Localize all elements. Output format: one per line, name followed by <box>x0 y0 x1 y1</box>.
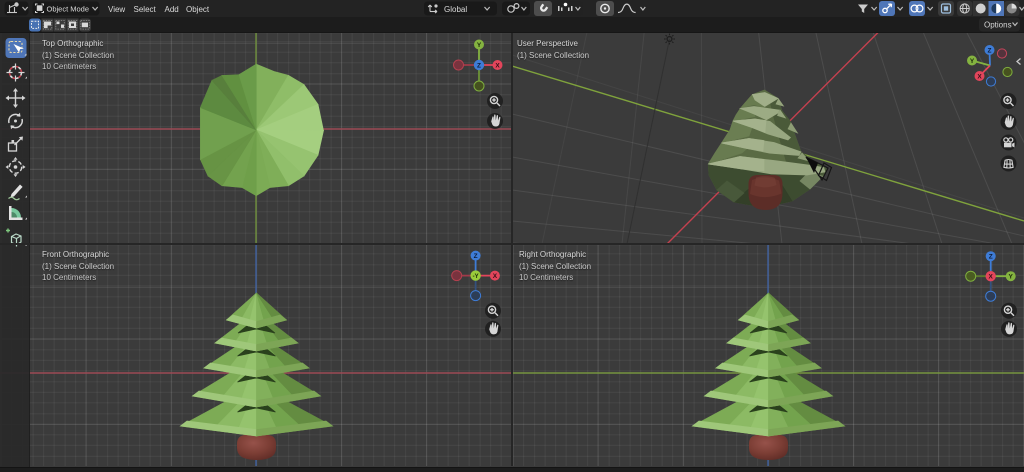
svg-text:Object Mode: Object Mode <box>47 5 90 14</box>
svg-text:Add: Add <box>165 5 179 14</box>
svg-text:Global: Global <box>444 5 467 14</box>
svg-text:Y: Y <box>477 42 482 49</box>
svg-text:X: X <box>495 63 500 70</box>
svg-text:Z: Z <box>988 48 992 55</box>
svg-text:Z: Z <box>989 254 993 261</box>
svg-text:Z: Z <box>474 253 478 260</box>
svg-text:X: X <box>493 273 498 280</box>
svg-text:Select: Select <box>134 5 157 14</box>
svg-text:Z: Z <box>477 63 481 70</box>
svg-text:-Y: -Y <box>473 274 479 280</box>
svg-text:Y: Y <box>1009 274 1014 281</box>
svg-text:Object: Object <box>186 5 210 14</box>
svg-text:X: X <box>989 274 994 281</box>
svg-text:Y: Y <box>970 58 975 65</box>
svg-text:Options: Options <box>984 21 1012 30</box>
svg-text:View: View <box>108 5 125 14</box>
svg-text:X: X <box>977 74 982 81</box>
